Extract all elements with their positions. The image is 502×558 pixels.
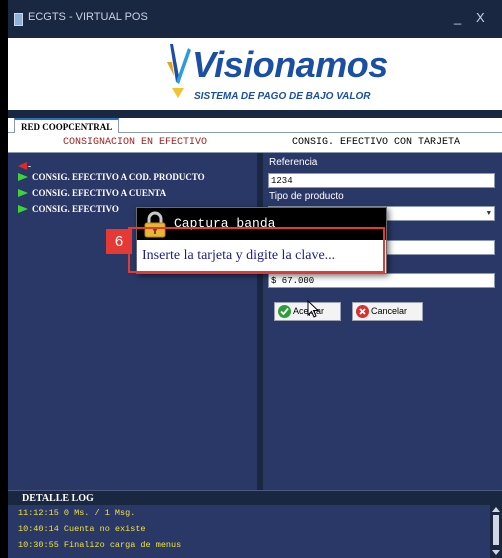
app-window: ECGTS - VIRTUAL POS _ X Visionamos SISTE… (0, 0, 502, 558)
window-title: ECGTS - VIRTUAL POS (28, 11, 148, 23)
section-header: CONSIGNACION EN EFECTIVO CONSIG. EFECTIV… (8, 133, 502, 153)
mouse-cursor-icon (307, 300, 319, 318)
tipo-producto-label: Tipo de producto (269, 191, 344, 202)
menu-item-consig-efectivo[interactable]: CONSIG. EFECTIVO (18, 203, 119, 215)
menu-item-label: CONSIG. EFECTIVO A COD. PRODUCTO (32, 172, 205, 182)
window-frame: ECGTS - VIRTUAL POS _ X Visionamos SISTE… (8, 0, 502, 558)
cancel-x-icon (356, 305, 369, 318)
tab-bar: RED COOPCENTRAL (8, 118, 502, 134)
log-line: 10:40:14 Cuenta no existe (18, 524, 146, 534)
green-arrow-icon (18, 189, 28, 197)
minimize-button[interactable]: _ (454, 10, 461, 25)
section-title-left: CONSIGNACION EN EFECTIVO (63, 137, 208, 148)
brand-banner: Visionamos SISTEMA DE PAGO DE BAJO VALOR (8, 38, 502, 110)
brand-tagline: SISTEMA DE PAGO DE BAJO VALOR (194, 91, 371, 102)
cancel-button[interactable]: Cancelar (352, 302, 423, 321)
tab-red-coopcentral[interactable]: RED COOPCENTRAL (14, 118, 120, 134)
menu-item-label: CONSIG. EFECTIVO A CUENTA (32, 188, 167, 198)
brand-logo-text: Visionamos (192, 44, 388, 85)
banner-separator (8, 110, 502, 118)
annotation-step-badge: 6 (106, 229, 132, 254)
app-icon (14, 13, 23, 26)
annotation-highlight-box (128, 227, 385, 273)
section-title-right: CONSIG. EFECTIVO CON TARJETA (292, 137, 461, 148)
menu-item-consig-cod-producto[interactable]: CONSIG. EFECTIVO A COD. PRODUCTO (18, 171, 205, 183)
scroll-thumb[interactable] (493, 515, 499, 545)
back-arrow-icon (18, 162, 27, 170)
log-line: 11:12:15 0 Ms. / 1 Msg. (18, 508, 136, 518)
green-arrow-icon (18, 205, 28, 213)
title-bar[interactable]: ECGTS - VIRTUAL POS _ X (8, 0, 502, 38)
menu-item-consig-cuenta[interactable]: CONSIG. EFECTIVO A CUENTA (18, 187, 166, 199)
check-icon (278, 305, 291, 318)
menu-panel: - CONSIG. EFECTIVO A COD. PRODUCTO CONSI… (8, 153, 257, 490)
log-area: 11:12:15 0 Ms. / 1 Msg. 10:40:14 Cuenta … (8, 505, 502, 558)
menu-item-label: CONSIG. EFECTIVO (32, 204, 119, 214)
scroll-up-icon[interactable] (492, 507, 500, 512)
log-header: DETALLE LOG (8, 490, 502, 506)
green-arrow-icon (18, 173, 28, 181)
visionamos-logo-icon (167, 44, 191, 98)
cancel-button-label: Cancelar (371, 306, 408, 316)
log-title: DETALLE LOG (22, 493, 94, 504)
close-button[interactable]: X (476, 10, 485, 25)
amount-input[interactable]: $ 67.000 (268, 273, 495, 288)
menu-back-label: - (28, 161, 31, 171)
log-scrollbar[interactable] (490, 505, 502, 558)
form-panel: Referencia 1234 Tipo de producto ▼ $ 67.… (263, 153, 502, 490)
scroll-down-icon[interactable] (492, 550, 500, 555)
dropdown-caret-icon: ▼ (486, 210, 491, 218)
referencia-label: Referencia (269, 157, 318, 168)
referencia-input[interactable]: 1234 (268, 173, 495, 188)
log-line: 10:30:55 Finalizo carga de menus (18, 540, 182, 550)
